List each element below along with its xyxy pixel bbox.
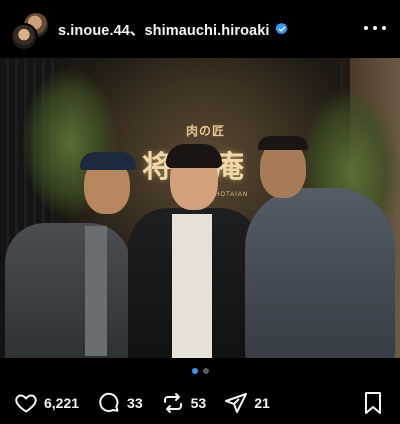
carousel-indicator [0,368,400,376]
like-count: 6,221 [44,395,80,411]
repost-button[interactable]: 53 [161,391,207,415]
carousel-dot-active [191,368,198,374]
share-button[interactable]: 21 [224,391,270,415]
collab-usernames[interactable]: s.inoue.44、shimauchi.hiroaki [58,19,289,40]
post-header: s.inoue.44、shimauchi.hiroaki [0,0,400,58]
verified-badge-icon [274,22,288,35]
repost-count: 53 [190,395,207,411]
bookmark-icon[interactable] [362,391,384,415]
comment-count: 33 [127,395,143,411]
usernames-text[interactable]: s.inoue.44、shimauchi.hiroaki [58,19,270,40]
sign-subtitle: 肉の匠 [186,124,226,138]
avatar[interactable] [10,23,38,51]
comment-button[interactable]: 33 [97,391,143,415]
action-bar: 6,221 33 53 21 [0,386,400,420]
heart-icon [15,394,37,413]
post-photo[interactable]: 肉の匠 将泰庵 SHOTAIAN [0,58,400,358]
repost-icon [163,393,182,413]
comment-icon [99,392,119,413]
send-icon [225,393,248,413]
more-options-icon[interactable] [364,18,386,38]
share-count: 21 [254,395,270,411]
carousel-dot [202,368,209,374]
collab-avatars[interactable] [10,7,50,51]
like-button[interactable]: 6,221 [14,391,79,415]
